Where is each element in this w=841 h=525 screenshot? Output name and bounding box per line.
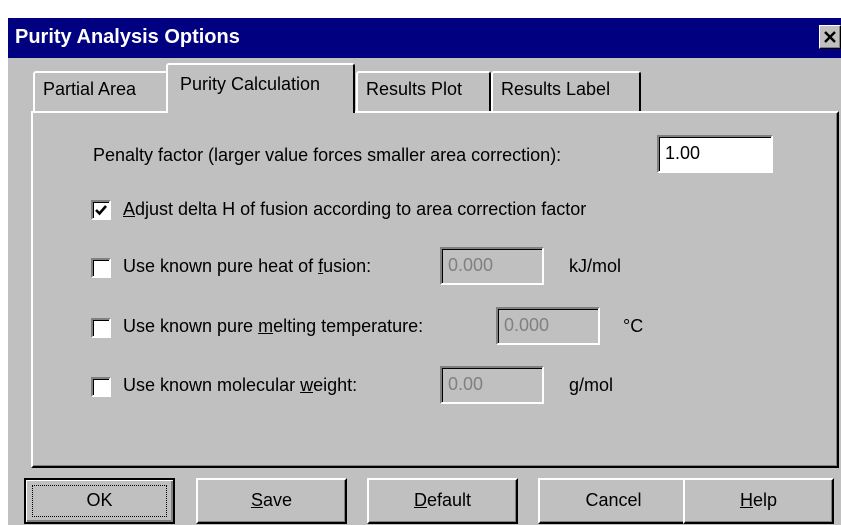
checkmark-icon: [95, 205, 107, 216]
known-melting-temperature-checkbox[interactable]: [91, 318, 111, 338]
adjust-delta-h-checkbox[interactable]: [91, 200, 111, 220]
default-button[interactable]: Default: [367, 478, 518, 524]
ok-button[interactable]: OK: [24, 478, 175, 524]
molecular-weight-unit: g/mol: [569, 375, 614, 395]
focus-rectangle: [32, 485, 167, 517]
known-heat-of-fusion-checkbox[interactable]: [91, 258, 111, 278]
melting-temperature-input[interactable]: 0.000: [496, 307, 600, 345]
close-icon: [824, 31, 836, 43]
close-button[interactable]: [819, 25, 841, 49]
purity-calculation-panel: Penalty factor (larger value forces smal…: [31, 111, 839, 468]
purity-analysis-dialog: Purity Analysis Options Partial Area Pur…: [8, 18, 841, 525]
molecular-weight-input[interactable]: 0.00: [440, 366, 544, 404]
tab-results-plot[interactable]: Results Plot: [356, 71, 491, 111]
save-button[interactable]: Save: [196, 478, 347, 524]
dialog-title: Purity Analysis Options: [15, 26, 240, 48]
known-molecular-weight-checkbox[interactable]: [91, 377, 111, 397]
known-molecular-weight-label[interactable]: Use known molecular weight:: [123, 375, 357, 396]
tab-partial-area[interactable]: Partial Area: [33, 71, 168, 111]
heat-of-fusion-input[interactable]: 0.000: [440, 247, 544, 285]
known-heat-of-fusion-label[interactable]: Use known pure heat of fusion:: [123, 256, 371, 277]
melting-temperature-unit: °C: [623, 316, 644, 336]
tab-purity-calculation[interactable]: Purity Calculation: [166, 63, 355, 113]
penalty-factor-label: Penalty factor (larger value forces smal…: [93, 145, 562, 165]
help-button[interactable]: Help: [683, 478, 834, 524]
cancel-button[interactable]: Cancel: [538, 478, 689, 524]
title-bar[interactable]: Purity Analysis Options: [8, 18, 841, 58]
tab-results-label[interactable]: Results Label: [491, 71, 641, 111]
penalty-factor-input[interactable]: 1.00: [657, 135, 773, 173]
heat-of-fusion-unit: kJ/mol: [569, 256, 622, 276]
known-melting-temperature-label[interactable]: Use known pure melting temperature:: [123, 316, 423, 337]
adjust-delta-h-label[interactable]: Adjust delta H of fusion according to ar…: [123, 199, 586, 220]
